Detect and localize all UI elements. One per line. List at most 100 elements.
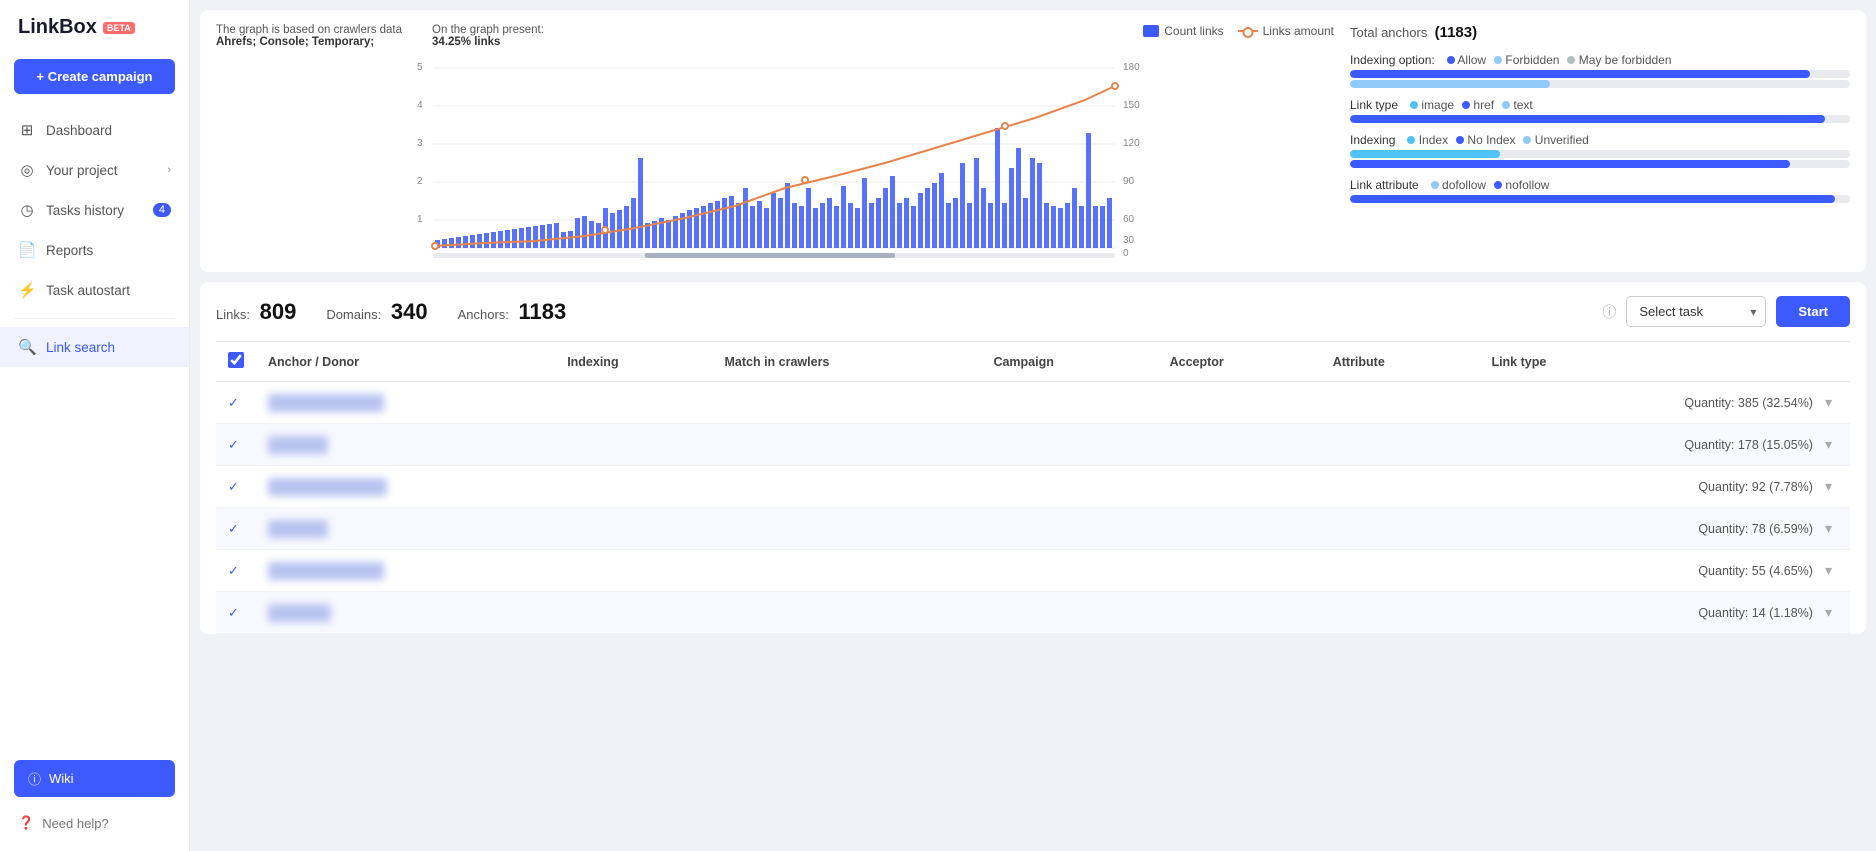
tasks-history-icon: ◷ <box>18 201 36 219</box>
campaign-cell <box>981 550 1157 592</box>
link-type-cell: Quantity: 14 (1.18%) ▾ <box>1479 592 1850 634</box>
sidebar-item-dashboard[interactable]: ⊞ Dashboard <box>0 110 189 150</box>
dofollow-bar <box>1350 195 1835 203</box>
top-panel: The graph is based on crawlers data Ahre… <box>200 10 1866 272</box>
campaign-cell <box>981 508 1157 550</box>
project-icon: ◎ <box>18 161 36 179</box>
sidebar-nav: ⊞ Dashboard ◎ Your project › ◷ Tasks his… <box>0 110 189 742</box>
indexing-option-title: Indexing option: <box>1350 53 1435 67</box>
sidebar-item-tasks-history[interactable]: ◷ Tasks history 4 <box>0 190 189 230</box>
legend-bar-label: Count links <box>1164 24 1223 38</box>
wiki-button[interactable]: ⓘ Wiki <box>14 760 175 797</box>
sidebar-item-link-search[interactable]: 🔍 Link search <box>0 327 189 367</box>
href-bar <box>1350 115 1825 123</box>
logo-text: LinkBox <box>18 16 97 39</box>
image-bar-track <box>1350 115 1850 123</box>
search-icon: 🔍 <box>18 338 36 356</box>
table-row: ✓ blurred Quan <box>216 424 1850 466</box>
svg-text:1: 1 <box>417 214 423 225</box>
expand-row-button[interactable]: ▾ <box>1819 476 1838 497</box>
chart-present-label: On the graph present: <box>432 24 544 36</box>
stat-label-link-type: Link type image href text <box>1350 98 1850 112</box>
index-bar-track <box>1350 150 1850 158</box>
anchors-table: Anchor / Donor Indexing Match in crawler… <box>216 341 1850 634</box>
allow-bar <box>1350 70 1810 78</box>
row-check-cell[interactable]: ✓ <box>216 508 256 550</box>
col-link-type: Link type <box>1479 342 1850 382</box>
expand-row-button[interactable]: ▾ <box>1819 392 1838 413</box>
index-dot <box>1407 136 1415 144</box>
sidebar-item-label: Tasks history <box>46 203 124 218</box>
forbidden-dot <box>1494 56 1502 64</box>
row-check-cell[interactable]: ✓ <box>216 592 256 634</box>
text-dot <box>1502 101 1510 109</box>
quantity-value: Quantity: 78 (6.59%) <box>1698 522 1813 536</box>
need-help-link[interactable]: ❓ Need help? <box>0 805 189 841</box>
create-campaign-button[interactable]: + Create campaign <box>14 59 175 94</box>
info-icon[interactable]: ⓘ <box>1602 302 1616 322</box>
sidebar-item-label: Dashboard <box>46 123 112 138</box>
anchors-value: 1183 <box>519 299 567 324</box>
stat-row-link-type: Link type image href text <box>1350 98 1850 123</box>
quantity-value: Quantity: 55 (4.65%) <box>1698 564 1813 578</box>
sidebar-item-task-autostart[interactable]: ⚡ Task autostart <box>0 270 189 310</box>
indexing-cell <box>555 592 712 634</box>
row-check-icon: ✓ <box>228 395 239 410</box>
anchor-value: blurred anchor long <box>268 478 387 496</box>
acceptor-cell <box>1158 424 1321 466</box>
quantity-value: Quantity: 178 (15.05%) <box>1684 438 1813 452</box>
indexing-cell <box>555 508 712 550</box>
row-check-cell[interactable]: ✓ <box>216 382 256 424</box>
row-check-icon: ✓ <box>228 563 239 578</box>
sidebar-item-label: Task autostart <box>46 283 130 298</box>
link-type-title: Link type <box>1350 98 1398 112</box>
row-check-cell[interactable]: ✓ <box>216 424 256 466</box>
anchor-cell: blurred <box>256 424 555 466</box>
select-all-checkbox[interactable] <box>228 352 244 368</box>
expand-row-button[interactable]: ▾ <box>1819 518 1838 539</box>
svg-text:150: 150 <box>1123 100 1140 111</box>
forbidden-bar <box>1350 80 1550 88</box>
links-value: 809 <box>260 299 297 324</box>
indexing-cell <box>555 382 712 424</box>
match-cell <box>713 508 982 550</box>
task-controls: ⓘ Select task Start <box>1602 296 1850 327</box>
link-type-cell: Quantity: 178 (15.05%) ▾ <box>1479 424 1850 466</box>
row-check-cell[interactable]: ✓ <box>216 466 256 508</box>
anchor-cell: blurred anchor text <box>256 550 555 592</box>
row-check-cell[interactable]: ✓ <box>216 550 256 592</box>
select-task-wrapper: Select task <box>1626 296 1766 327</box>
anchor-value: blurred anchor text <box>268 562 384 580</box>
start-button[interactable]: Start <box>1776 296 1850 327</box>
col-match-crawlers: Match in crawlers <box>713 342 982 382</box>
table-body: ✓ blurred anchor text <box>216 382 1850 634</box>
anchor-cell: blurred anchor text <box>256 382 555 424</box>
svg-text:90: 90 <box>1123 176 1135 187</box>
wiki-label: Wiki <box>49 771 74 786</box>
svg-text:120: 120 <box>1123 138 1140 149</box>
links-label: Links: <box>216 307 250 322</box>
logo: LinkBox BETA <box>0 0 189 51</box>
indexing-title: Indexing <box>1350 133 1395 147</box>
total-anchors-header: Total anchors (1183) <box>1350 24 1850 41</box>
sidebar-item-label: Reports <box>46 243 93 258</box>
sidebar-item-label: Link search <box>46 340 115 355</box>
select-all-cell[interactable] <box>216 342 256 382</box>
acceptor-cell <box>1158 508 1321 550</box>
chart-info-right: On the graph present: 34.25% links <box>432 24 544 48</box>
expand-row-button[interactable]: ▾ <box>1819 560 1838 581</box>
forbidden-bar-track <box>1350 80 1850 88</box>
indexing-cell <box>555 550 712 592</box>
legend-line-label: Links amount <box>1263 24 1334 38</box>
total-anchors-label: Total anchors <box>1350 25 1427 40</box>
expand-row-button[interactable]: ▾ <box>1819 434 1838 455</box>
links-stat: Links: 809 <box>216 299 296 325</box>
legend-bar-icon <box>1143 25 1159 37</box>
expand-row-button[interactable]: ▾ <box>1819 602 1838 623</box>
no-index-dot <box>1456 136 1464 144</box>
sidebar-item-reports[interactable]: 📄 Reports <box>0 230 189 270</box>
nofollow-dot <box>1494 181 1502 189</box>
select-task-dropdown[interactable]: Select task <box>1626 296 1766 327</box>
sidebar-item-project[interactable]: ◎ Your project › <box>0 150 189 190</box>
stat-label-link-attribute: Link attribute dofollow nofollow <box>1350 178 1850 192</box>
